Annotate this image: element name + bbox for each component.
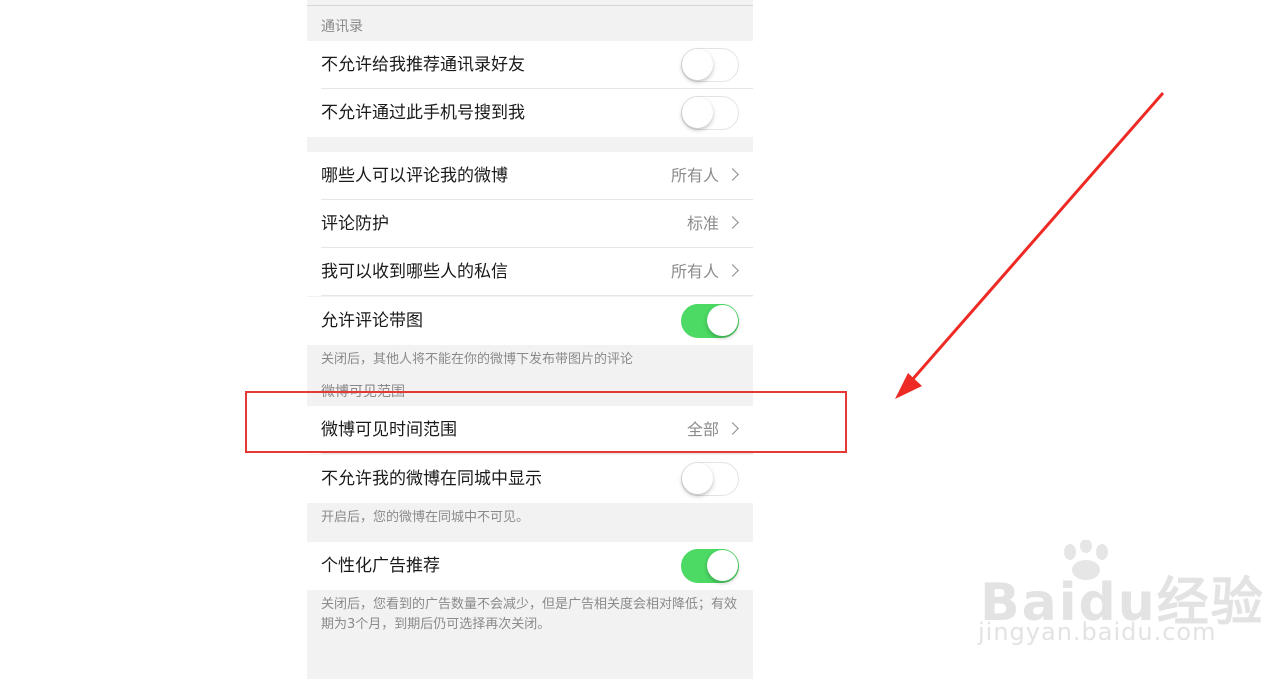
row-visible-time-range[interactable]: 微博可见时间范围 全部: [307, 406, 753, 454]
arrow-shaft: [903, 92, 1165, 389]
row-label: 评论防护: [321, 214, 389, 234]
row-label: 不允许给我推荐通讯录好友: [321, 55, 525, 75]
row-value: 所有人: [670, 262, 719, 281]
row-allow-comment-images[interactable]: 允许评论带图: [307, 297, 753, 345]
top-divider: [307, 5, 753, 6]
toggle-knob: [682, 463, 713, 494]
toggle-allow-comment-images[interactable]: [681, 304, 739, 338]
toggle-knob: [682, 49, 713, 80]
section-label-contacts: 通讯录: [321, 19, 363, 35]
row-who-can-comment[interactable]: 哪些人可以评论我的微博 所有人: [307, 152, 753, 200]
chevron-right-icon: [726, 264, 739, 277]
row-value: 标准: [686, 214, 719, 233]
row-personalized-ads[interactable]: 个性化广告推荐: [307, 542, 753, 590]
row-who-can-message[interactable]: 我可以收到哪些人的私信 所有人: [307, 248, 753, 296]
row-label: 允许评论带图: [321, 311, 423, 331]
toggle-knob: [707, 550, 738, 581]
toggle-knob: [707, 305, 738, 336]
row-label: 微博可见时间范围: [321, 420, 457, 440]
row-label: 我可以收到哪些人的私信: [321, 262, 508, 282]
note-comment-images: 关闭后，其他人将不能在你的微博下发布带图片的评论: [321, 352, 634, 367]
chevron-right-icon: [726, 216, 739, 229]
row-no-search-by-phone[interactable]: 不允许通过此手机号搜到我: [307, 89, 753, 137]
section-label-visibility: 微博可见范围: [321, 384, 405, 400]
row-label: 哪些人可以评论我的微博: [321, 166, 508, 186]
row-label: 个性化广告推荐: [321, 556, 440, 576]
row-value: 所有人: [670, 166, 719, 185]
chevron-right-icon: [726, 168, 739, 181]
note-local-city: 开启后，您的微博在同城中不可见。: [321, 510, 530, 525]
row-label: 不允许通过此手机号搜到我: [321, 103, 525, 123]
row-value: 全部: [686, 420, 719, 439]
watermark-url: jingyan.baidu.com: [978, 618, 1217, 646]
chevron-right-icon: [726, 422, 739, 435]
toggle-hide-in-local-city[interactable]: [681, 462, 739, 496]
toggle-no-search-by-phone[interactable]: [681, 96, 739, 130]
row-no-recommend-contacts[interactable]: 不允许给我推荐通讯录好友: [307, 41, 753, 89]
row-divider: [321, 295, 753, 296]
row-label: 不允许我的微博在同城中显示: [321, 469, 542, 489]
row-hide-in-local-city[interactable]: 不允许我的微博在同城中显示: [307, 455, 753, 503]
row-comment-protection[interactable]: 评论防护 标准: [307, 200, 753, 248]
row-divider: [321, 453, 753, 454]
toggle-no-recommend-contacts[interactable]: [681, 48, 739, 82]
privacy-settings-panel: 通讯录 不允许给我推荐通讯录好友 不允许通过此手机号搜到我 哪些人可以评论我的微…: [307, 0, 753, 679]
toggle-knob: [682, 97, 713, 128]
toggle-personalized-ads[interactable]: [681, 549, 739, 583]
note-personalized-ads: 关闭后，您看到的广告数量不会减少，但是广告相关度会相对降低；有效期为3个月，到期…: [321, 597, 738, 632]
arrow-head: [895, 373, 922, 399]
